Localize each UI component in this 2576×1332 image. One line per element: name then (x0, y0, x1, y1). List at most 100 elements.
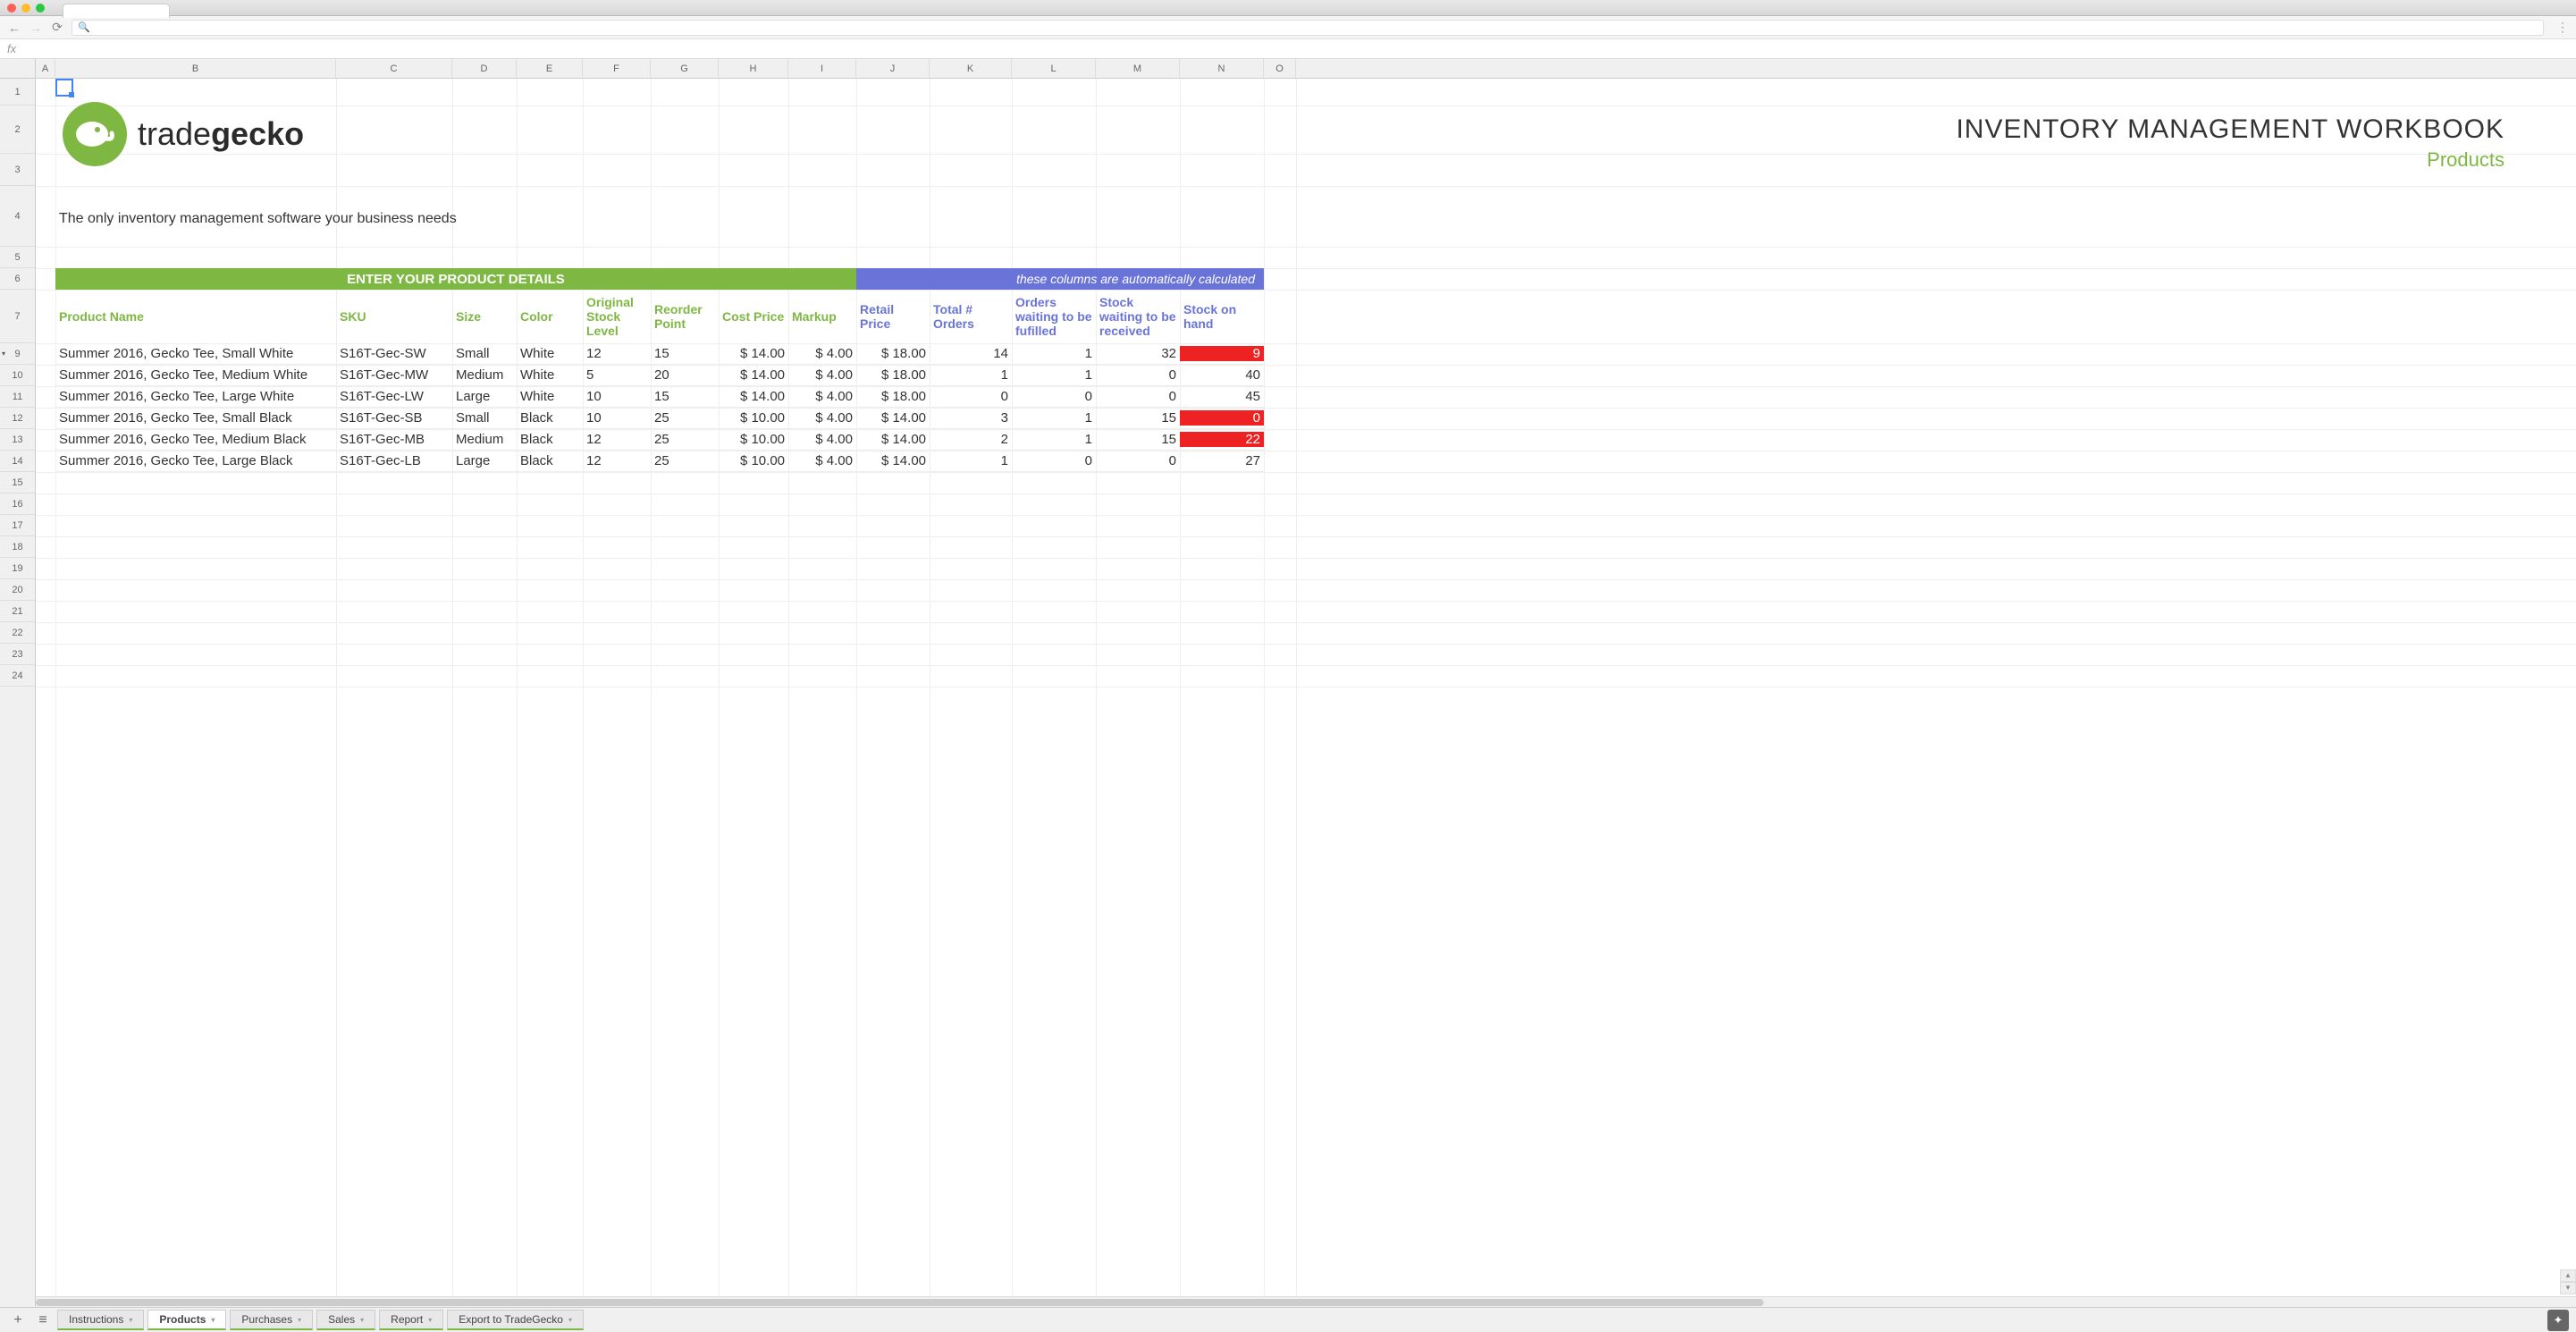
cell-on_hand[interactable]: 22 (1180, 432, 1264, 447)
row-header-17[interactable]: 17 (0, 515, 35, 536)
row-header-13[interactable]: 13 (0, 429, 35, 451)
row-header-24[interactable]: 24 (0, 665, 35, 687)
cell-name[interactable]: Summer 2016, Gecko Tee, Large Black (55, 453, 336, 468)
cells-area[interactable]: tradegecko INVENTORY MANAGEMENT WORKBOOK… (36, 79, 2576, 1307)
scroll-down-icon[interactable]: ▾ (2560, 1282, 2576, 1294)
horizontal-scrollbar[interactable] (36, 1296, 2576, 1307)
cell-orders[interactable]: 1 (930, 453, 1012, 468)
cell-retail[interactable]: $ 14.00 (856, 410, 930, 426)
row-header-5[interactable]: 5 (0, 247, 35, 268)
cell-orders[interactable]: 2 (930, 432, 1012, 447)
cell-name[interactable]: Summer 2016, Gecko Tee, Small White (55, 346, 336, 361)
cell-orders[interactable]: 0 (930, 389, 1012, 404)
minimize-window-icon[interactable] (21, 4, 30, 13)
table-row[interactable]: Summer 2016, Gecko Tee, Medium WhiteS16T… (55, 365, 1264, 386)
close-window-icon[interactable] (7, 4, 16, 13)
cell-size[interactable]: Large (452, 389, 517, 404)
row-header-10[interactable]: 10 (0, 365, 35, 386)
row-header-23[interactable]: 23 (0, 644, 35, 665)
column-headers[interactable]: ABCDEFGHIJKLMNO (36, 59, 2576, 79)
header-reorder-point[interactable]: Reorder Point (651, 290, 719, 343)
cell-waiting_fulfil[interactable]: 1 (1012, 410, 1096, 426)
row-header-16[interactable]: 16 (0, 493, 35, 515)
row-header-9[interactable]: 9▾ (0, 343, 35, 365)
cell-color[interactable]: Black (517, 453, 583, 468)
col-header-F[interactable]: F (583, 59, 651, 78)
cell-reorder[interactable]: 15 (651, 346, 719, 361)
cell-sku[interactable]: S16T-Gec-MW (336, 367, 452, 383)
cell-color[interactable]: White (517, 367, 583, 383)
sheet-tab-export-to-tradegecko[interactable]: Export to TradeGecko▾ (447, 1310, 584, 1330)
row-header-11[interactable]: 11 (0, 386, 35, 408)
col-header-K[interactable]: K (930, 59, 1012, 78)
cell-on_hand[interactable]: 45 (1180, 389, 1264, 404)
header-retail-price[interactable]: Retail Price (856, 290, 930, 343)
row-header-18[interactable]: 18 (0, 536, 35, 558)
cell-size[interactable]: Medium (452, 432, 517, 447)
sheet-tab-purchases[interactable]: Purchases▾ (230, 1310, 313, 1330)
cell-waiting_fulfil[interactable]: 1 (1012, 346, 1096, 361)
cell-sku[interactable]: S16T-Gec-LW (336, 389, 452, 404)
tab-caret-icon[interactable]: ▾ (428, 1316, 432, 1324)
browser-menu-icon[interactable]: ⋮ (2551, 20, 2569, 35)
header-original-stock-level[interactable]: Original Stock Level (583, 290, 651, 343)
cell-name[interactable]: Summer 2016, Gecko Tee, Large White (55, 389, 336, 404)
table-row[interactable]: Summer 2016, Gecko Tee, Small WhiteS16T-… (55, 343, 1264, 365)
col-header-M[interactable]: M (1096, 59, 1180, 78)
table-row[interactable]: Summer 2016, Gecko Tee, Large WhiteS16T-… (55, 386, 1264, 408)
header-product-name[interactable]: Product Name (55, 290, 336, 343)
scroll-arrows[interactable]: ▴ ▾ (2560, 1269, 2576, 1294)
row-header-14[interactable]: 14 (0, 451, 35, 472)
col-header-L[interactable]: L (1012, 59, 1096, 78)
cell-waiting_recv[interactable]: 32 (1096, 346, 1180, 361)
cell-retail[interactable]: $ 14.00 (856, 453, 930, 468)
row-header-19[interactable]: 19 (0, 558, 35, 579)
row-header-1[interactable]: 1 (0, 79, 35, 105)
maximize-window-icon[interactable] (36, 4, 45, 13)
col-header-H[interactable]: H (719, 59, 788, 78)
col-header-N[interactable]: N (1180, 59, 1264, 78)
cell-markup[interactable]: $ 4.00 (788, 410, 856, 426)
cell-reorder[interactable]: 20 (651, 367, 719, 383)
cell-cost[interactable]: $ 10.00 (719, 432, 788, 447)
col-header-J[interactable]: J (856, 59, 930, 78)
row-header-20[interactable]: 20 (0, 579, 35, 601)
cell-cost[interactable]: $ 14.00 (719, 346, 788, 361)
sheet-tab-instructions[interactable]: Instructions▾ (57, 1310, 144, 1330)
col-header-G[interactable]: G (651, 59, 719, 78)
cell-waiting_recv[interactable]: 15 (1096, 410, 1180, 426)
row-collapse-icon[interactable]: ▾ (2, 350, 5, 358)
cell-markup[interactable]: $ 4.00 (788, 453, 856, 468)
cell-retail[interactable]: $ 18.00 (856, 346, 930, 361)
address-bar[interactable]: 🔍 (72, 20, 2544, 36)
cell-cost[interactable]: $ 14.00 (719, 367, 788, 383)
sheet-tab-products[interactable]: Products▾ (147, 1310, 226, 1330)
cell-orders[interactable]: 14 (930, 346, 1012, 361)
cell-waiting_recv[interactable]: 15 (1096, 432, 1180, 447)
cell-retail[interactable]: $ 18.00 (856, 389, 930, 404)
sheet-tab-sales[interactable]: Sales▾ (316, 1310, 375, 1330)
formula-bar[interactable]: fx (0, 39, 2576, 59)
tab-caret-icon[interactable]: ▾ (129, 1316, 132, 1324)
header-orders-waiting-to-be-fufilled[interactable]: Orders waiting to be fufilled (1012, 290, 1096, 343)
cell-name[interactable]: Summer 2016, Gecko Tee, Medium White (55, 367, 336, 383)
cell-size[interactable]: Small (452, 346, 517, 361)
col-header-E[interactable]: E (517, 59, 583, 78)
cell-reorder[interactable]: 15 (651, 389, 719, 404)
tab-caret-icon[interactable]: ▾ (360, 1316, 364, 1324)
cell-reorder[interactable]: 25 (651, 410, 719, 426)
cell-sku[interactable]: S16T-Gec-SW (336, 346, 452, 361)
cell-orig[interactable]: 10 (583, 389, 651, 404)
cell-name[interactable]: Summer 2016, Gecko Tee, Medium Black (55, 432, 336, 447)
row-header-22[interactable]: 22 (0, 622, 35, 644)
cell-size[interactable]: Small (452, 410, 517, 426)
row-header-3[interactable]: 3 (0, 154, 35, 186)
cell-orig[interactable]: 10 (583, 410, 651, 426)
col-header-I[interactable]: I (788, 59, 856, 78)
cell-markup[interactable]: $ 4.00 (788, 346, 856, 361)
cell-orig[interactable]: 12 (583, 453, 651, 468)
reload-button[interactable]: ⟳ (50, 21, 64, 35)
cell-on_hand[interactable]: 27 (1180, 453, 1264, 468)
table-row[interactable]: Summer 2016, Gecko Tee, Large BlackS16T-… (55, 451, 1264, 472)
row-header-2[interactable]: 2 (0, 105, 35, 154)
